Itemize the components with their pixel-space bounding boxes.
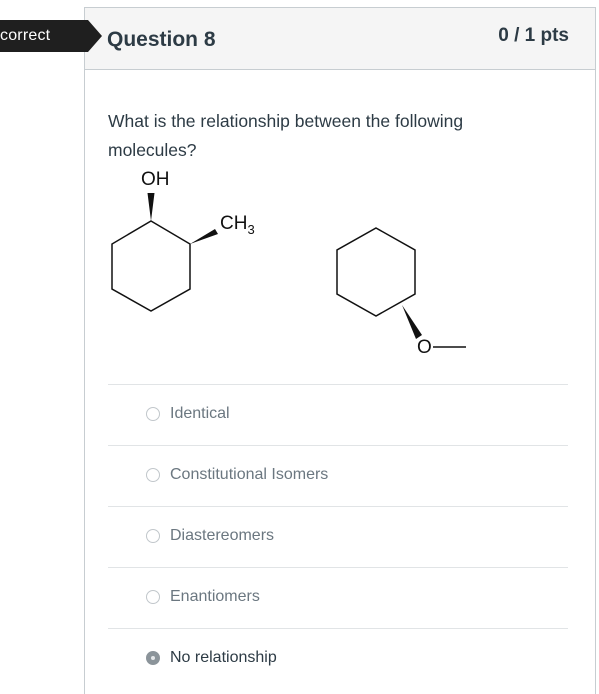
answer-label: Diastereomers	[170, 527, 275, 544]
ch3-subscript: 3	[247, 222, 254, 237]
svg-text:CH3: CH3	[220, 213, 255, 237]
oh-label: OH	[141, 169, 170, 190]
molecule-right: O	[336, 227, 466, 358]
radio-button[interactable]	[146, 529, 160, 543]
radio-button[interactable]	[146, 407, 160, 421]
answer-option-identical[interactable]: Identical	[108, 384, 568, 445]
right-ring	[336, 227, 416, 317]
radio-button-selected[interactable]	[146, 651, 160, 665]
answer-list: Identical Constitutional Isomers Diaster…	[108, 384, 568, 689]
radio-button[interactable]	[146, 468, 160, 482]
left-ring	[111, 220, 191, 312]
ch3-wedge-bond	[190, 229, 218, 244]
answer-option-enantiomers[interactable]: Enantiomers	[108, 567, 568, 628]
molecule-left: OH CH3	[111, 169, 255, 312]
molecules-figure: OH CH3 O	[111, 169, 466, 358]
quiz-page: Question 8 0 / 1 pts correct What is the…	[0, 0, 599, 694]
answer-label: No relationship	[170, 649, 277, 666]
answer-option-constitutional-isomers[interactable]: Constitutional Isomers	[108, 445, 568, 506]
oh-wedge-bond	[147, 193, 155, 221]
answer-label: Enantiomers	[170, 588, 260, 605]
answer-option-no-relationship[interactable]: No relationship	[108, 628, 568, 689]
radio-button[interactable]	[146, 590, 160, 604]
o-wedge-bond	[402, 305, 422, 339]
answer-label: Constitutional Isomers	[170, 466, 329, 483]
ch3-label: CH	[220, 213, 247, 234]
o-label: O	[417, 337, 432, 358]
answer-label: Identical	[170, 405, 230, 422]
answer-option-diastereomers[interactable]: Diastereomers	[108, 506, 568, 567]
